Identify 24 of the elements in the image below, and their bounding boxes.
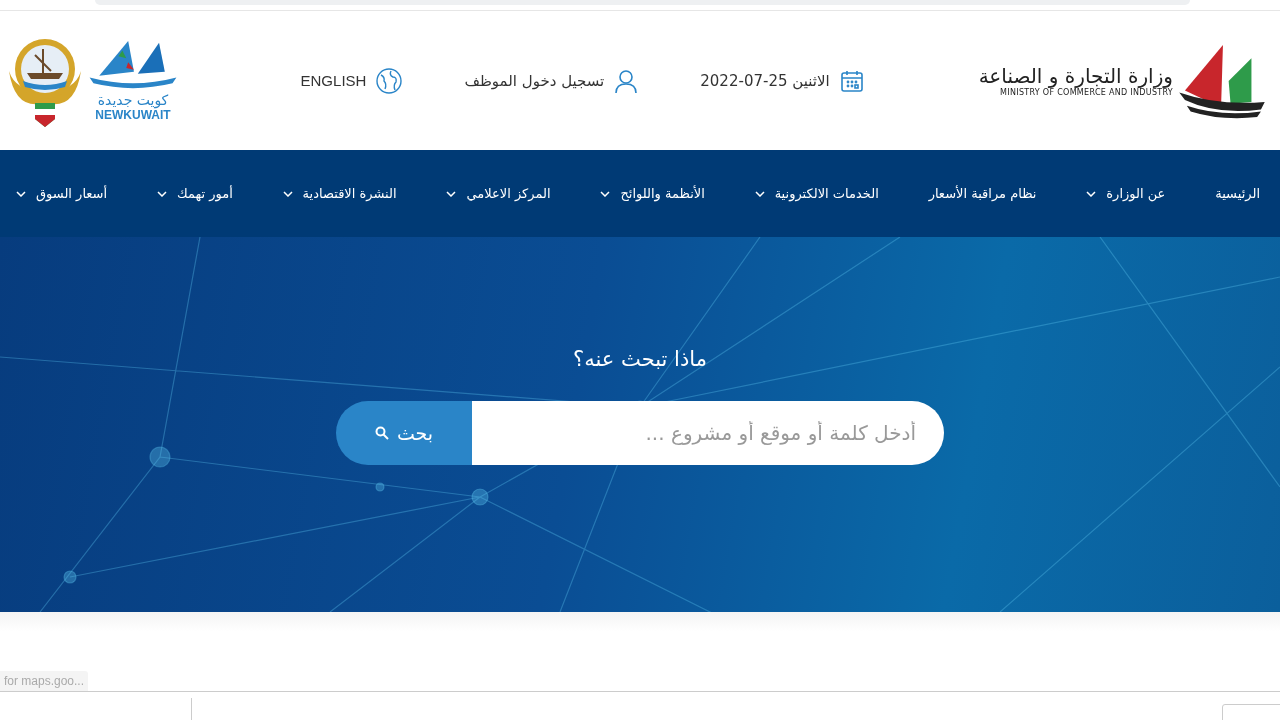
nav-menu-item[interactable]: الرئيسية (1215, 186, 1260, 201)
calendar-icon (839, 68, 864, 93)
globe-icon (376, 67, 403, 94)
user-icon (614, 67, 639, 94)
nav-menu-item[interactable]: المركز الاعلامي (446, 186, 551, 201)
nav-menu-item[interactable]: أمور تهمك (156, 186, 233, 201)
nav-menu-item[interactable]: أسعار السوق (16, 186, 108, 201)
employee-login-link[interactable]: تسجيل دخول الموظف (464, 67, 639, 94)
search-icon (374, 426, 389, 440)
language-link[interactable]: ENGLISH (300, 67, 403, 94)
nav-menu-item[interactable]: عن الوزارة (1086, 186, 1166, 201)
nav-menu-item[interactable]: الخدمات الالكترونية (754, 186, 879, 201)
status-tooltip: for maps.goo... (0, 671, 89, 691)
nav-menu-item[interactable]: نظام مراقبة الأسعار (928, 186, 1037, 201)
search-heading: ماذا تبحث عنه؟ (573, 347, 707, 371)
date-text: الاثنين 25-07-2022 (700, 71, 830, 90)
nav-menu-item[interactable]: الأنظمة واللوائح (600, 186, 705, 201)
dhow-logo-icon (1179, 42, 1265, 119)
ministry-name: وزارة التجارة و الصناعة (978, 64, 1173, 88)
ministry-name-english: MINISTRY OF COMMERCE AND INDUSTRY (1000, 88, 1173, 97)
new-kuwait-arabic-text: كويت جديدة (97, 92, 169, 109)
new-kuwait-text: NEWKUWAIT (95, 108, 171, 123)
search-button[interactable]: بحث (336, 401, 472, 465)
nav-menu-item[interactable]: النشرة الاقتصادية (282, 186, 397, 201)
